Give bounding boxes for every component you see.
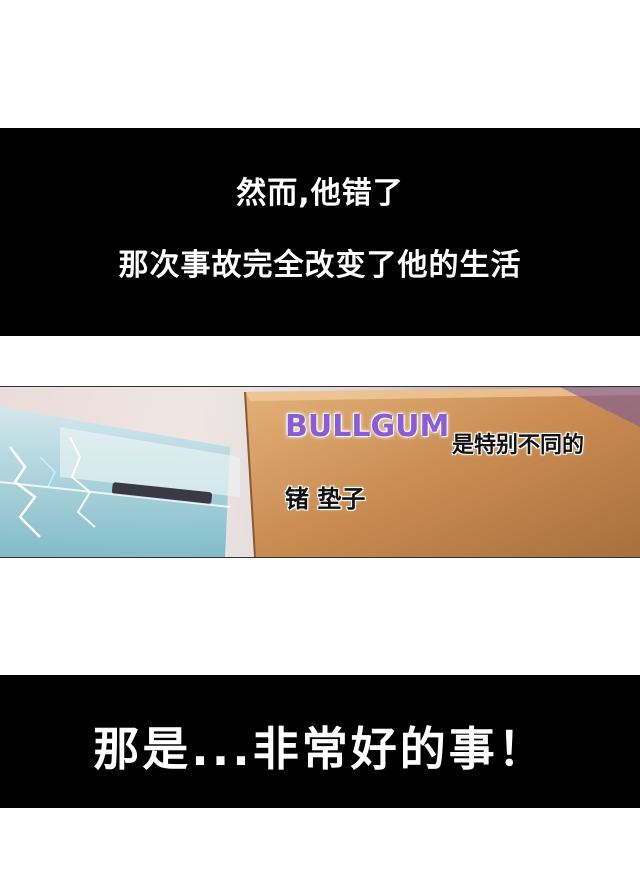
top-caption-panel: 然而,他错了 那次事故完全改变了他的生活 <box>0 128 640 336</box>
sign-text-line-2: 锗 垫子 <box>285 485 366 513</box>
brand-name: BULLGUM <box>285 409 450 444</box>
caption-line-2: 那次事故完全改变了他的生活 <box>118 248 522 283</box>
comic-illustration-panel: BULLGUM 是特别不同的 锗 垫子 <box>0 386 640 558</box>
bottom-caption-panel: 那是...非常好的事！ <box>0 675 640 808</box>
caption-line-1: 然而,他错了 <box>236 176 404 211</box>
bottom-caption-text: 那是...非常好的事！ <box>93 722 547 776</box>
sign-text-line-1: 是特别不同的 <box>452 433 585 458</box>
